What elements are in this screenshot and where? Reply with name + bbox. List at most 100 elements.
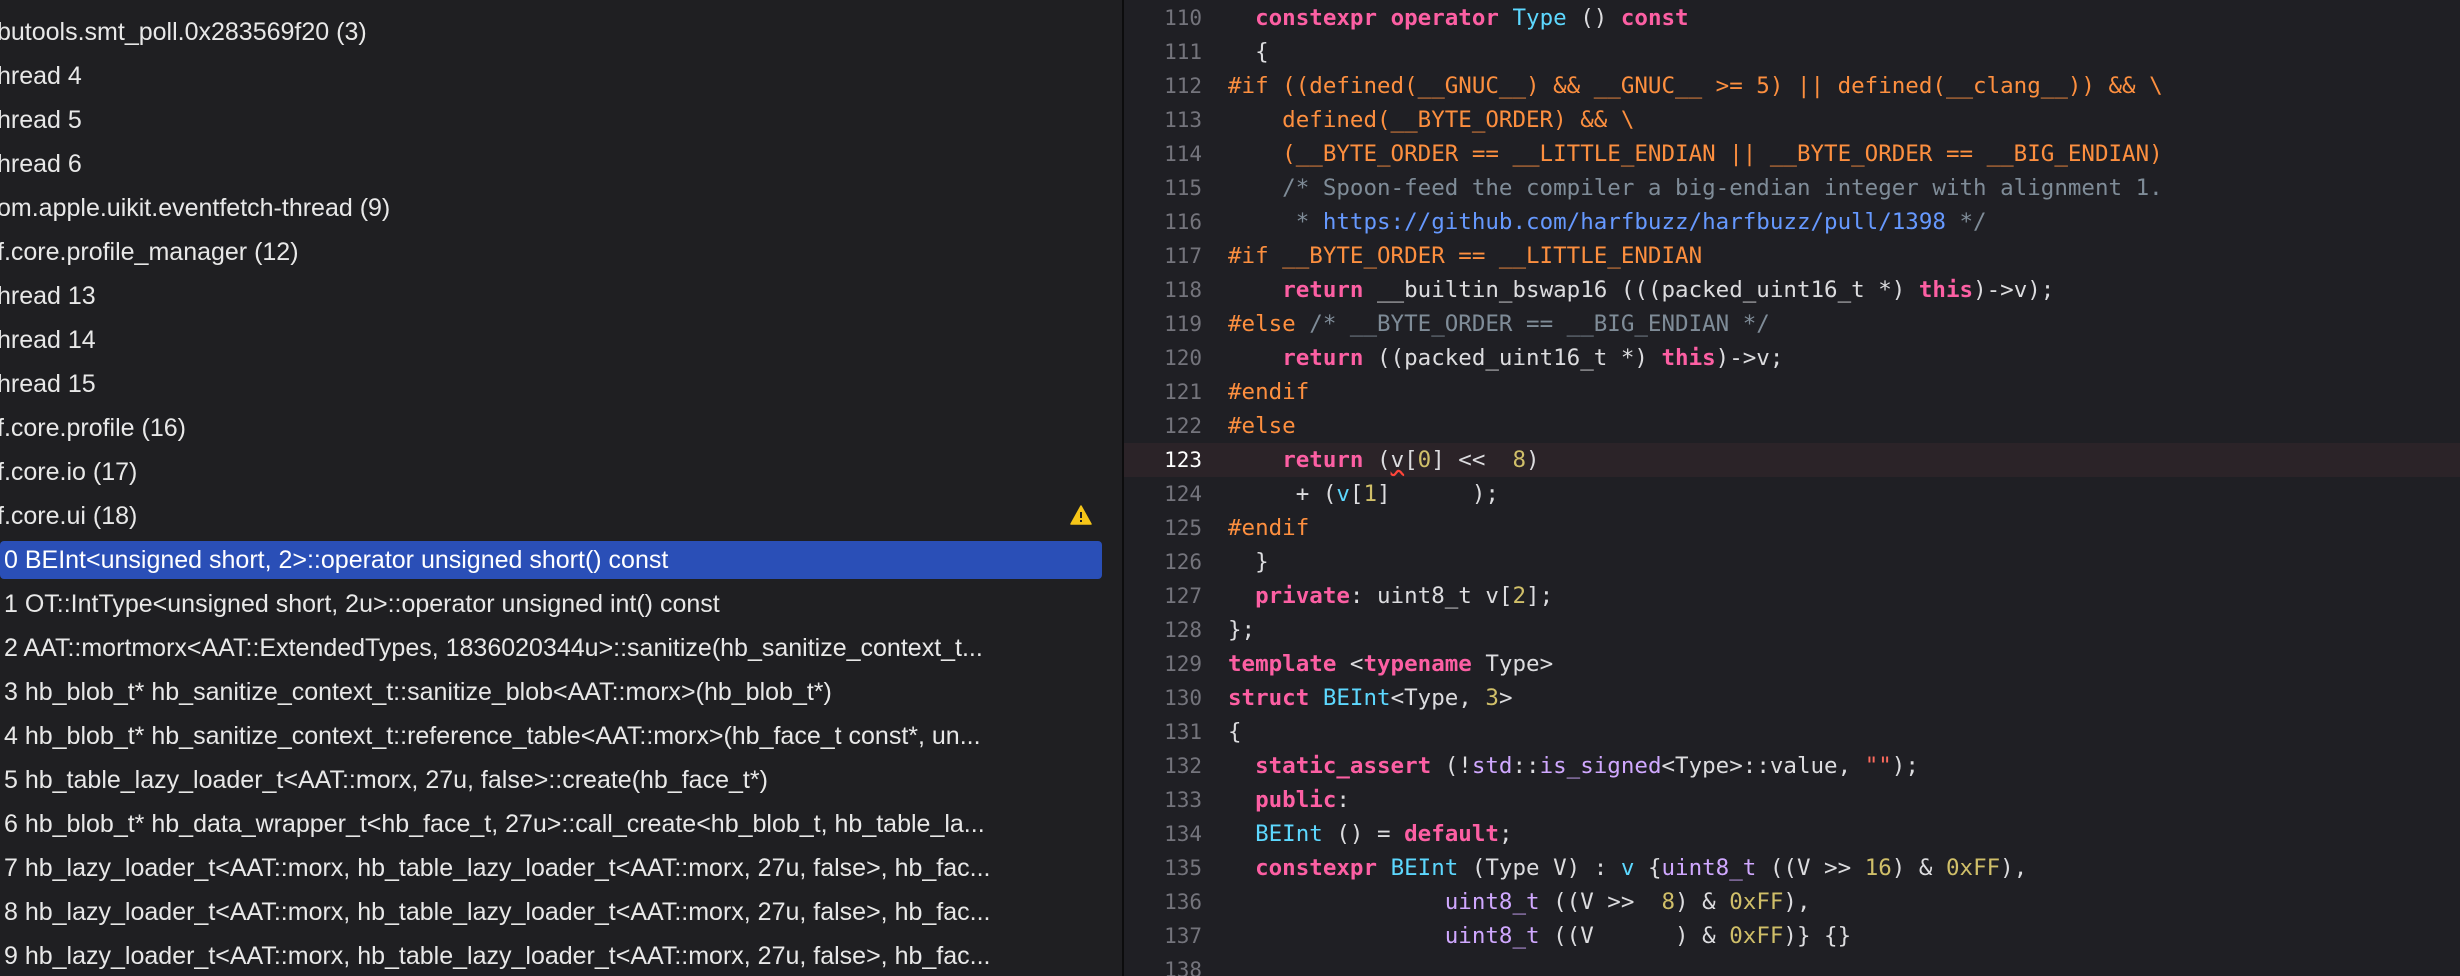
line-number[interactable]: 133 xyxy=(1124,788,1216,812)
code-text[interactable]: #if __BYTE_ORDER == __LITTLE_ENDIAN xyxy=(1216,243,1702,269)
stack-frame-row[interactable]: 3 hb_blob_t* hb_sanitize_context_t::sani… xyxy=(0,673,1102,711)
thread-row[interactable]: hread 14 xyxy=(0,321,1102,359)
thread-row[interactable]: hread 4 xyxy=(0,57,1102,95)
code-text[interactable]: struct BEInt<Type, 3> xyxy=(1216,685,1512,711)
code-line[interactable]: 113 defined(__BYTE_ORDER) && \ xyxy=(1124,103,2460,137)
line-number[interactable]: 123 xyxy=(1124,448,1216,472)
code-text[interactable]: /* Spoon-feed the compiler a big-endian … xyxy=(1216,175,2163,201)
stack-frame-row[interactable]: 7 hb_lazy_loader_t<AAT::morx, hb_table_l… xyxy=(0,849,1102,887)
stack-frame-row[interactable]: 6 hb_blob_t* hb_data_wrapper_t<hb_face_t… xyxy=(0,805,1102,843)
thread-row[interactable]: hread 13 xyxy=(0,277,1102,315)
line-number[interactable]: 132 xyxy=(1124,754,1216,778)
code-text[interactable]: constexpr operator Type () const xyxy=(1216,5,1689,31)
line-number[interactable]: 110 xyxy=(1124,6,1216,30)
line-number[interactable]: 125 xyxy=(1124,516,1216,540)
code-text[interactable]: { xyxy=(1216,39,1269,65)
code-line[interactable]: 130 struct BEInt<Type, 3> xyxy=(1124,681,2460,715)
thread-row[interactable]: hread 15 xyxy=(0,365,1102,403)
line-number[interactable]: 113 xyxy=(1124,108,1216,132)
code-text[interactable]: #endif xyxy=(1216,515,1309,541)
stack-frame-row[interactable]: 8 hb_lazy_loader_t<AAT::morx, hb_table_l… xyxy=(0,893,1102,931)
code-line[interactable]: 118 return __builtin_bswap16 (((packed_u… xyxy=(1124,273,2460,307)
stack-frame-row[interactable]: 1 OT::IntType<unsigned short, 2u>::opera… xyxy=(0,585,1102,623)
stack-frame-row[interactable]: 9 hb_lazy_loader_t<AAT::morx, hb_table_l… xyxy=(0,937,1102,975)
line-number[interactable]: 112 xyxy=(1124,74,1216,98)
line-number[interactable]: 126 xyxy=(1124,550,1216,574)
line-number[interactable]: 138 xyxy=(1124,958,1216,976)
thread-row[interactable]: om.apple.uikit.eventfetch-thread (9) xyxy=(0,189,1102,227)
code-text[interactable]: static_assert (!std::is_signed<Type>::va… xyxy=(1216,753,1919,779)
line-number[interactable]: 136 xyxy=(1124,890,1216,914)
line-number[interactable]: 137 xyxy=(1124,924,1216,948)
code-text[interactable]: uint8_t ((V ) & 0xFF)} {} xyxy=(1216,923,1851,949)
code-line[interactable]: 131 { xyxy=(1124,715,2460,749)
thread-row[interactable]: hread 6 xyxy=(0,145,1102,183)
stack-frame-row[interactable]: 2 AAT::mortmorx<AAT::ExtendedTypes, 1836… xyxy=(0,629,1102,667)
code-text[interactable]: return ((packed_uint16_t *) this)->v; xyxy=(1216,345,1783,371)
code-line[interactable]: 121 #endif xyxy=(1124,375,2460,409)
line-number[interactable]: 131 xyxy=(1124,720,1216,744)
code-line[interactable]: 138 xyxy=(1124,953,2460,976)
code-line[interactable]: 133 public: xyxy=(1124,783,2460,817)
code-line[interactable]: 119 #else /* __BYTE_ORDER == __BIG_ENDIAN… xyxy=(1124,307,2460,341)
stack-frame-selected[interactable]: 0 BEInt<unsigned short, 2>::operator uns… xyxy=(0,541,1102,579)
thread-row[interactable]: f.core.profile_manager (12) xyxy=(0,233,1102,271)
line-number[interactable]: 121 xyxy=(1124,380,1216,404)
thread-row[interactable]: f.core.io (17) xyxy=(0,453,1102,491)
code-line[interactable]: 111 { xyxy=(1124,35,2460,69)
code-line[interactable]: 127 private: uint8_t v[2]; xyxy=(1124,579,2460,613)
code-line[interactable]: 114 (__BYTE_ORDER == __LITTLE_ENDIAN || … xyxy=(1124,137,2460,171)
code-text[interactable]: #else xyxy=(1216,413,1296,439)
code-line[interactable]: 124 + (v[1] ); xyxy=(1124,477,2460,511)
line-number[interactable]: 129 xyxy=(1124,652,1216,676)
line-number[interactable]: 116 xyxy=(1124,210,1216,234)
code-text[interactable]: private: uint8_t v[2]; xyxy=(1216,583,1553,609)
code-line[interactable]: 110 constexpr operator Type () const xyxy=(1124,1,2460,35)
warning-icon[interactable] xyxy=(1070,505,1092,525)
code-text[interactable]: uint8_t ((V >> 8) & 0xFF), xyxy=(1216,889,1811,915)
code-text[interactable]: public: xyxy=(1216,787,1350,813)
code-text[interactable]: #else /* __BYTE_ORDER == __BIG_ENDIAN */ xyxy=(1216,311,1770,337)
code-text[interactable]: defined(__BYTE_ORDER) && \ xyxy=(1216,107,1634,133)
line-number[interactable]: 118 xyxy=(1124,278,1216,302)
code-text[interactable]: return (v[0] << 8) xyxy=(1216,447,1539,473)
line-number[interactable]: 134 xyxy=(1124,822,1216,846)
line-number[interactable]: 119 xyxy=(1124,312,1216,336)
line-number[interactable]: 115 xyxy=(1124,176,1216,200)
code-text[interactable]: constexpr BEInt (Type V) : v {uint8_t ((… xyxy=(1216,855,2027,881)
thread-row[interactable]: f.core.profile (16) xyxy=(0,409,1102,447)
code-line[interactable]: 117 #if __BYTE_ORDER == __LITTLE_ENDIAN xyxy=(1124,239,2460,273)
debug-navigator[interactable]: butools.smt_poll.0x283569f20 (3) hread 4 h… xyxy=(0,0,1122,976)
code-text[interactable]: BEInt () = default; xyxy=(1216,821,1512,847)
code-line[interactable]: 129 template <typename Type> xyxy=(1124,647,2460,681)
line-number[interactable]: 127 xyxy=(1124,584,1216,608)
code-line[interactable]: 135 constexpr BEInt (Type V) : v {uint8_… xyxy=(1124,851,2460,885)
code-line[interactable]: 112 #if ((defined(__GNUC__) && __GNUC__ >… xyxy=(1124,69,2460,103)
code-text[interactable]: }; xyxy=(1216,617,1255,643)
code-line[interactable]: 137 uint8_t ((V ) & 0xFF)} {} xyxy=(1124,919,2460,953)
code-text[interactable]: + (v[1] ); xyxy=(1216,481,1499,507)
stack-frame-row[interactable]: 5 hb_table_lazy_loader_t<AAT::morx, 27u,… xyxy=(0,761,1102,799)
current-code-line[interactable]: 123 return (v[0] << 8) xyxy=(1124,443,2460,477)
code-text[interactable]: * https://github.com/harfbuzz/harfbuzz/p… xyxy=(1216,209,1987,235)
code-line[interactable]: 132 static_assert (!std::is_signed<Type>… xyxy=(1124,749,2460,783)
code-line[interactable]: 115 /* Spoon-feed the compiler a big-end… xyxy=(1124,171,2460,205)
code-text[interactable]: { xyxy=(1216,719,1242,745)
code-line[interactable]: 122 #else xyxy=(1124,409,2460,443)
line-number[interactable]: 114 xyxy=(1124,142,1216,166)
code-line[interactable]: 125 #endif xyxy=(1124,511,2460,545)
code-text[interactable]: #if ((defined(__GNUC__) && __GNUC__ >= 5… xyxy=(1216,73,2163,99)
line-number[interactable]: 124 xyxy=(1124,482,1216,506)
thread-row[interactable]: f.core.ui (18) xyxy=(0,497,1102,535)
code-line[interactable]: 128}; xyxy=(1124,613,2460,647)
code-line[interactable]: 120 return ((packed_uint16_t *) this)->v… xyxy=(1124,341,2460,375)
line-number[interactable]: 120 xyxy=(1124,346,1216,370)
code-line[interactable]: 134 BEInt () = default; xyxy=(1124,817,2460,851)
line-number[interactable]: 122 xyxy=(1124,414,1216,438)
line-number[interactable]: 135 xyxy=(1124,856,1216,880)
source-editor[interactable]: 110 constexpr operator Type () const 111 … xyxy=(1124,0,2460,976)
code-text[interactable]: return __builtin_bswap16 (((packed_uint1… xyxy=(1216,277,2054,303)
line-number[interactable]: 128 xyxy=(1124,618,1216,642)
code-line[interactable]: 136 uint8_t ((V >> 8) & 0xFF), xyxy=(1124,885,2460,919)
thread-row[interactable]: butools.smt_poll.0x283569f20 (3) xyxy=(0,13,1102,51)
